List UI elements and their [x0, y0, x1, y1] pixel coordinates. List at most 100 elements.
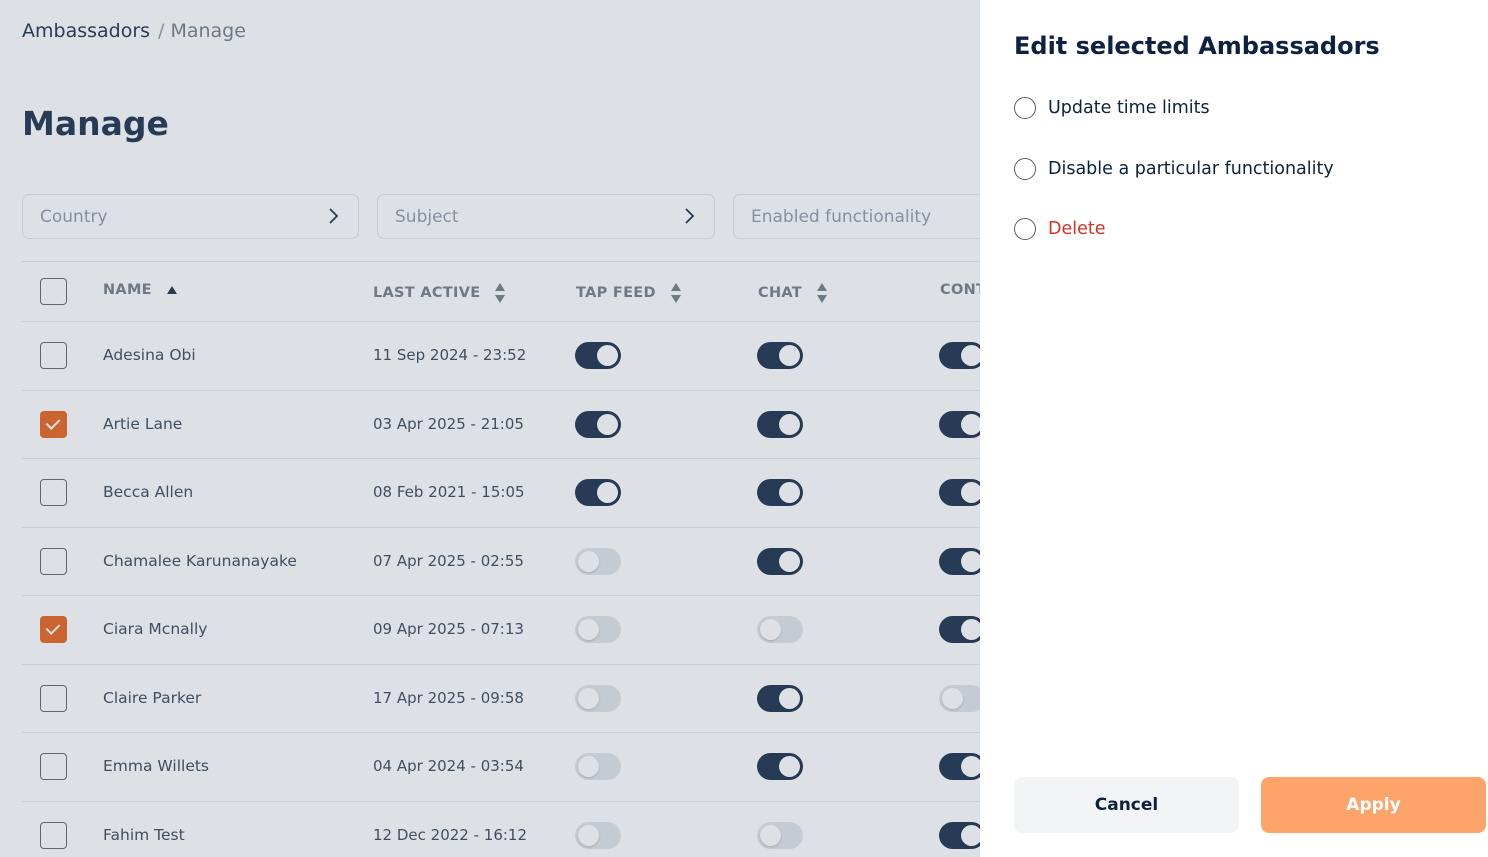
cancel-button[interactable]: Cancel [1014, 777, 1239, 833]
tap-feed-column-label: TAP FEED [576, 285, 656, 301]
table-body: Adesina Obi 11 Sep 2024 - 23:52 Artie Lane… [22, 322, 980, 857]
last-active-column-header[interactable]: LAST ACTIVE [373, 282, 506, 304]
chat-toggle[interactable] [757, 479, 803, 506]
name-column-header[interactable]: NAME [103, 282, 178, 298]
toggle-knob [961, 345, 980, 366]
subject-filter[interactable]: Subject [377, 194, 715, 239]
sort-icon [816, 283, 827, 303]
breadcrumb-ambassadors-link[interactable]: Ambassadors [22, 20, 150, 42]
content-column-header[interactable]: CONT [940, 282, 980, 298]
row-select-checkbox[interactable] [40, 410, 67, 438]
last-active-date: 09 Apr 2025 - 07:13 [373, 620, 524, 638]
last-active-date: 07 Apr 2025 - 02:55 [373, 551, 524, 570]
breadcrumb-current: Manage [170, 20, 246, 42]
update-time-limits-option[interactable]: Update time limits [1014, 97, 1210, 119]
manage-page: Ambassadors / Manage Manage Country Subjec… [0, 0, 980, 857]
enabled-functionality-filter[interactable]: Enabled functionality [733, 194, 980, 239]
content-toggle[interactable] [939, 547, 980, 575]
ambassador-name: Fahim Test [103, 825, 185, 844]
tap-feed-toggle[interactable] [575, 479, 621, 506]
toggle-knob [961, 619, 980, 640]
toggle-knob [578, 824, 599, 846]
chevron-right-icon [329, 208, 339, 224]
disable-functionality-option[interactable]: Disable a particular functionality [1014, 158, 1334, 180]
last-active-column-label: LAST ACTIVE [373, 285, 481, 301]
content-toggle[interactable] [939, 616, 980, 643]
delete-option[interactable]: Delete [1014, 218, 1106, 240]
row-select-checkbox[interactable] [40, 684, 67, 712]
tap-feed-column-header[interactable]: TAP FEED [576, 282, 682, 304]
row-select-checkbox[interactable] [40, 753, 67, 780]
toggle-knob [961, 482, 980, 503]
content-toggle[interactable] [939, 479, 980, 506]
disable-functionality-radio[interactable] [1014, 158, 1036, 180]
tap-feed-toggle[interactable] [575, 821, 621, 849]
chat-toggle[interactable] [757, 684, 803, 712]
sort-icon [495, 283, 506, 303]
toggle-knob [942, 687, 963, 709]
chat-toggle[interactable] [757, 410, 803, 438]
apply-button[interactable]: Apply [1261, 777, 1486, 833]
tap-feed-toggle[interactable] [575, 753, 621, 780]
table-row: Chamalee Karunanayake 07 Apr 2025 - 02:55 [22, 528, 980, 596]
tap-feed-toggle[interactable] [575, 410, 621, 438]
page-title: Manage [22, 104, 169, 143]
last-active-date: 12 Dec 2022 - 16:12 [373, 825, 527, 844]
row-select-checkbox[interactable] [40, 342, 67, 369]
toggle-knob [597, 345, 618, 366]
chat-toggle[interactable] [757, 547, 803, 575]
content-toggle[interactable] [939, 410, 980, 438]
toggle-knob [597, 413, 618, 435]
country-filter[interactable]: Country [22, 194, 359, 239]
table-row: Claire Parker 17 Apr 2025 - 09:58 [22, 665, 980, 733]
table-row: Fahim Test 12 Dec 2022 - 16:12 [22, 802, 980, 857]
row-select-checkbox[interactable] [40, 547, 67, 575]
content-toggle[interactable] [939, 753, 980, 780]
chat-toggle[interactable] [757, 821, 803, 849]
name-column-label: NAME [103, 282, 152, 298]
table-row: Ciara Mcnally 09 Apr 2025 - 07:13 [22, 596, 980, 665]
ambassador-name: Chamalee Karunanayake [103, 551, 297, 570]
enabled-functionality-filter-placeholder: Enabled functionality [751, 206, 932, 227]
row-select-checkbox[interactable] [40, 479, 67, 506]
delete-label: Delete [1048, 219, 1106, 239]
tap-feed-toggle[interactable] [575, 342, 621, 369]
chat-column-label: CHAT [758, 285, 802, 301]
toggle-knob [779, 482, 800, 503]
table-header: NAME LAST ACTIVE TAP FEED CHAT CONT [22, 261, 980, 322]
content-toggle[interactable] [939, 684, 980, 712]
disable-functionality-label: Disable a particular functionality [1048, 159, 1334, 179]
table-row: Artie Lane 03 Apr 2025 - 21:05 [22, 391, 980, 459]
chevron-right-icon [685, 208, 695, 224]
country-filter-placeholder: Country [40, 206, 108, 227]
toggle-knob [961, 756, 980, 777]
row-select-checkbox[interactable] [40, 616, 67, 643]
delete-radio[interactable] [1014, 218, 1036, 240]
toggle-knob [779, 345, 800, 366]
tap-feed-toggle[interactable] [575, 684, 621, 712]
last-active-date: 04 Apr 2024 - 03:54 [373, 757, 524, 775]
content-toggle[interactable] [939, 821, 980, 849]
last-active-date: 03 Apr 2025 - 21:05 [373, 414, 524, 433]
toggle-knob [760, 824, 781, 846]
chat-column-header[interactable]: CHAT [758, 282, 828, 304]
toggle-knob [578, 619, 599, 640]
toggle-knob [779, 413, 800, 435]
tap-feed-toggle[interactable] [575, 616, 621, 643]
content-column-label: CONT [940, 282, 980, 298]
chat-toggle[interactable] [757, 616, 803, 643]
select-all-checkbox[interactable] [40, 278, 67, 305]
chat-toggle[interactable] [757, 342, 803, 369]
toggle-knob [578, 687, 599, 709]
drawer-title: Edit selected Ambassadors [1014, 32, 1380, 60]
tap-feed-toggle[interactable] [575, 547, 621, 575]
toggle-knob [961, 824, 980, 846]
update-time-limits-radio[interactable] [1014, 97, 1036, 119]
toggle-knob [779, 756, 800, 777]
ambassador-name: Adesina Obi [103, 346, 196, 364]
ambassador-name: Claire Parker [103, 688, 202, 707]
content-toggle[interactable] [939, 342, 980, 369]
row-select-checkbox[interactable] [40, 821, 67, 849]
toggle-knob [597, 482, 618, 503]
chat-toggle[interactable] [757, 753, 803, 780]
